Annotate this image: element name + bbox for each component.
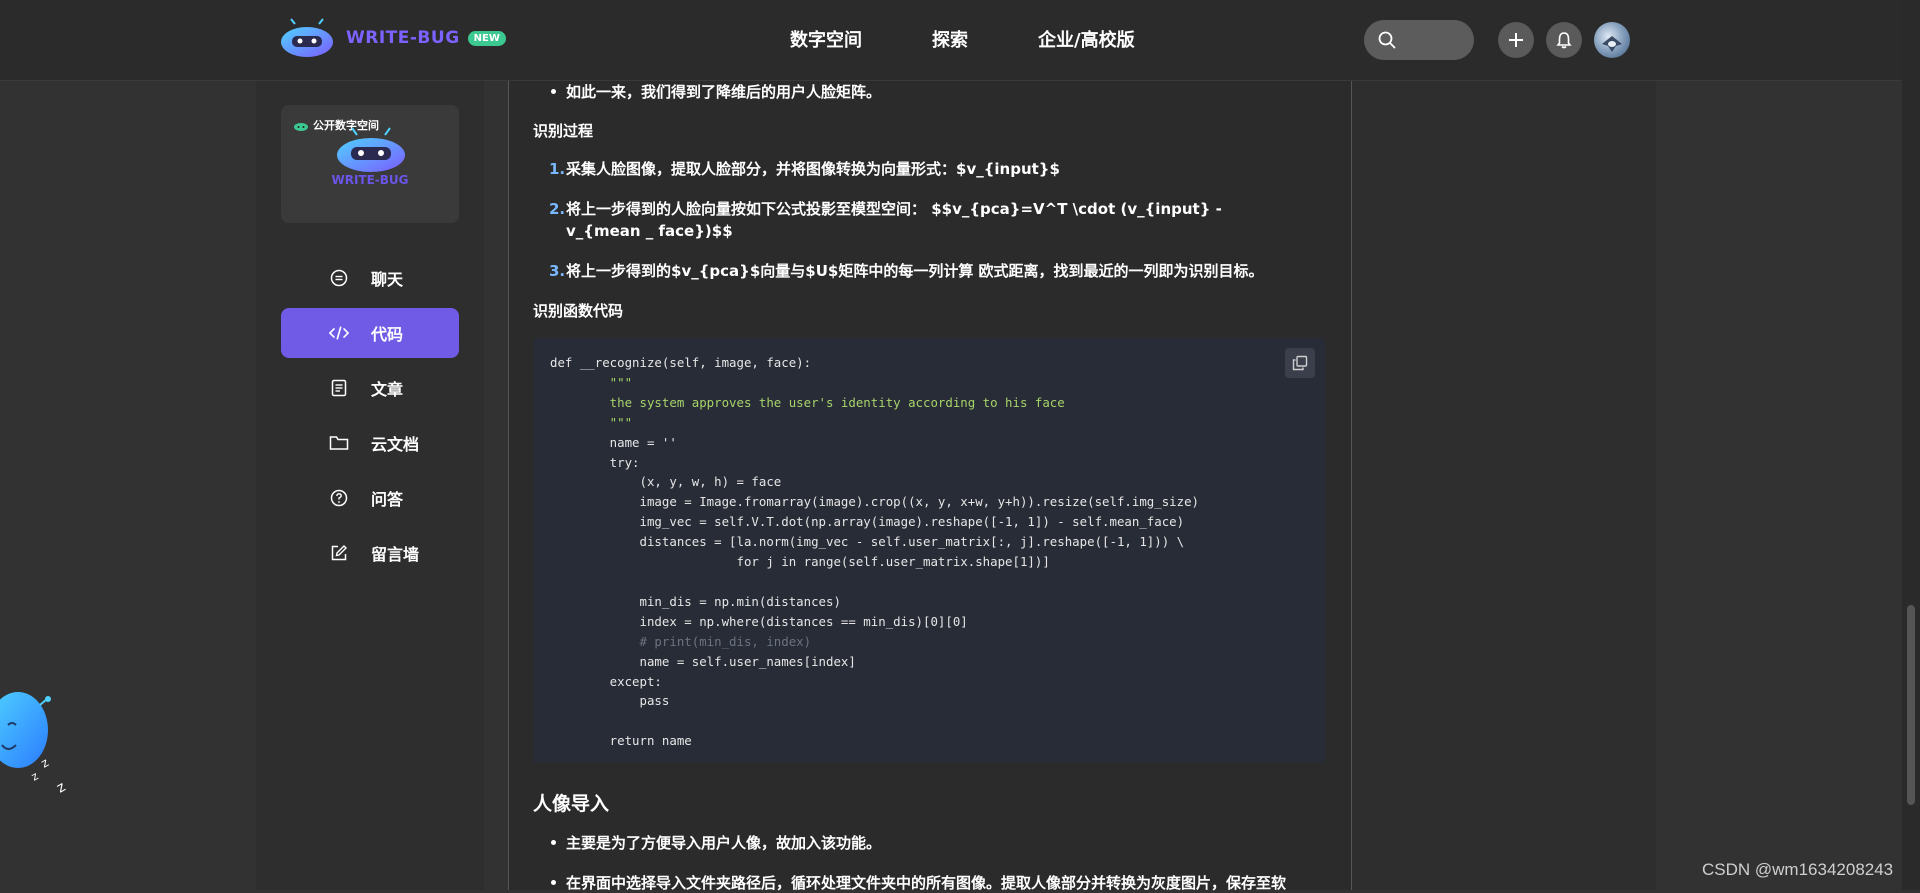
code-line: except: [550,673,662,689]
sidebar-item-label: 云文档 [371,435,420,454]
mascot-logo-icon [280,18,334,58]
folder-icon [329,433,349,453]
top-bar: WRITE-BUG NEW 数字空间 探索 企业/高校版 [0,0,1902,81]
main-nav: 数字空间 探索 企业/高校版 [790,26,1205,52]
space-mascot-icon [337,127,405,172]
list-item: 主要是为了方便导入用户人像，故加入该功能。 [550,834,882,852]
code-line: (x, y, w, h) = face [550,474,782,490]
step-item: 2. 将上一步得到的人脸向量按如下公式投影至模型空间： $$v_{pca}=V^… [549,198,1296,242]
search-box[interactable] [1364,20,1474,60]
step-text: 采集人脸图像，提取人脸部分，并将图像转换为向量形式：$v_{input}$ [566,160,1060,178]
nav-explore[interactable]: 探索 [932,26,968,52]
create-button[interactable] [1498,22,1534,58]
step-number: 1. [549,160,566,178]
step-text: 将上一步得到的人脸向量按如下公式投影至模型空间： $$v_{pca}=V^T \… [566,200,1222,240]
notifications-button[interactable] [1546,22,1582,58]
space-card[interactable]: 公开数字空间 WRITE-BUG [281,105,459,223]
sidebar-item-label: 留言墙 [371,545,420,564]
code-line: name = '' [550,434,677,450]
document-icon [329,378,349,398]
edit-icon [329,543,349,563]
scrollbar-thumb[interactable] [1907,605,1915,805]
nav-enterprise[interactable]: 企业/高校版 [1038,26,1135,52]
sidebar-item-code[interactable]: 代码 [281,308,459,358]
step-item: 3. 将上一步得到的$v_{pca}$向量与$U$矩阵中的每一列计算 欧式距离，… [549,260,1326,282]
svg-text:z: z [39,755,51,770]
list-item: 如此一来，我们得到了降维后的用户人脸矩阵。 [550,83,882,101]
code-line: pass [550,693,670,709]
code-content: def __recognize(self, image, face): """ … [550,353,1199,751]
site-logo[interactable]: WRITE-BUG NEW [280,18,506,58]
page-scrollbar[interactable] [1902,0,1920,890]
code-line: index = np.where(distances == min_dis)[0… [550,613,968,629]
code-block[interactable]: def __recognize(self, image, face): """ … [533,338,1325,763]
section-title: 人像导入 [533,793,610,815]
code-line: try: [550,454,640,470]
code-line: for j in range(self.user_matrix.shape[1]… [550,554,1050,570]
sidebar-menu: 聊天 代码 文章 云文档 问答 留言墙 [281,253,459,583]
copy-icon [1292,355,1308,371]
sidebar-item-message-wall[interactable]: 留言墙 [281,528,459,578]
search-icon [1378,31,1396,49]
sidebar-item-article[interactable]: 文章 [281,363,459,413]
sidebar-item-chat[interactable]: 聊天 [281,253,459,303]
code-line: image = Image.fromarray(image).crop((x, … [550,494,1200,510]
code-line: the system approves the user's identity … [550,394,1065,410]
copy-button[interactable] [1285,348,1315,378]
bell-icon [1556,32,1572,49]
sidebar-item-label: 聊天 [371,270,404,289]
sidebar-item-label: 代码 [371,325,404,344]
code-line: # print(min_dis, index) [550,633,812,649]
sleeping-mascot-icon: z z z [0,692,68,796]
step-number: 3. [549,262,566,280]
sidebar-item-cloud-docs[interactable]: 云文档 [281,418,459,468]
code-line: min_dis = np.min(distances) [550,593,841,609]
plus-icon [1509,33,1523,47]
nav-digital-space[interactable]: 数字空间 [790,26,862,52]
sidebar-item-qa[interactable]: 问答 [281,473,459,523]
logo-text: WRITE-BUG [346,28,460,48]
code-line: img_vec = self.V.T.dot(np.array(image).r… [550,514,1185,530]
chat-icon [329,268,349,288]
code-line: distances = [la.norm(img_vec - self.user… [550,534,1185,550]
sidebar-item-label: 问答 [371,490,404,509]
code-line: """ [550,414,633,430]
right-panel [1352,81,1656,890]
code-line: def __recognize(self, image, face): [550,355,812,370]
code-icon [329,323,349,343]
step-number: 2. [549,200,566,218]
space-card-logo: WRITE-BUG [331,173,409,187]
floating-mascot[interactable]: z z z [0,675,80,796]
svg-text:z: z [29,769,41,783]
recognize-heading: 识别过程 [533,122,594,140]
code-line: """ [550,374,633,390]
sidebar-item-label: 文章 [371,380,404,399]
code-line: return name [550,733,692,749]
step-item: 1. 采集人脸图像，提取人脸部分，并将图像转换为向量形式：$v_{input}$ [549,158,1306,180]
code-heading: 识别函数代码 [533,302,624,320]
question-icon [329,488,349,508]
new-badge: NEW [467,30,506,46]
code-line: name = self.user_names[index] [550,653,856,669]
csdn-watermark: CSDN @wm1634208243 [1702,860,1894,879]
user-avatar[interactable] [1594,22,1630,58]
svg-text:z: z [54,779,68,795]
robot-icon [294,123,308,131]
step-text: 将上一步得到的$v_{pca}$向量与$U$矩阵中的每一列计算 欧式距离，找到最… [566,262,1264,280]
